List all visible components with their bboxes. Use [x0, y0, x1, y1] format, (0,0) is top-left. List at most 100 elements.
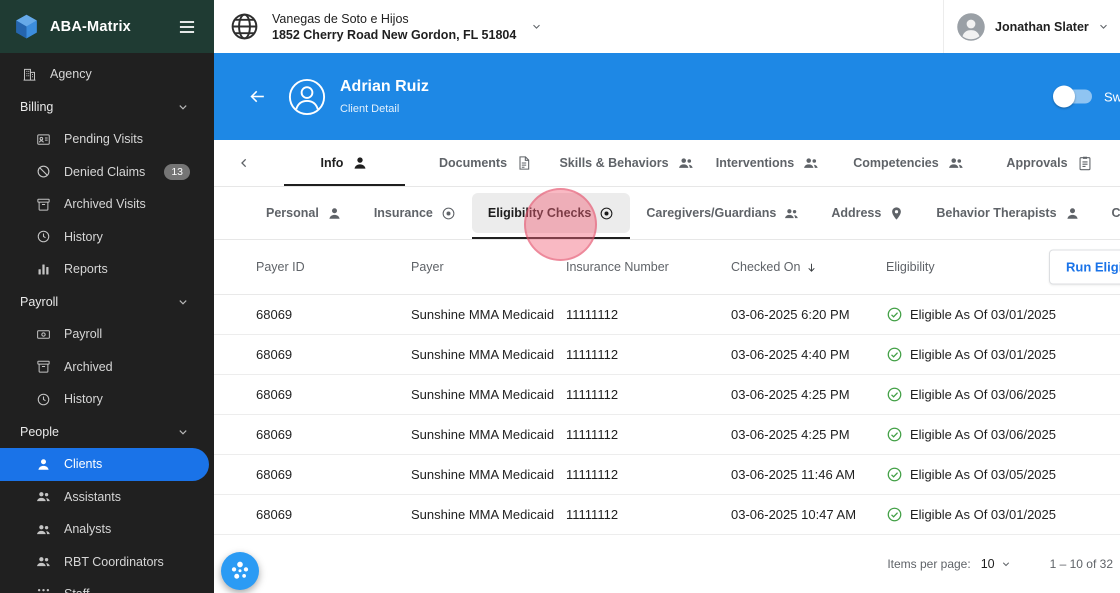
- table-row[interactable]: 68069 Sunshine MMA Medicaid 11111112 03-…: [214, 455, 1120, 495]
- cell-payer-id: 68069: [256, 347, 293, 362]
- people-icon: [36, 489, 51, 504]
- cell-payer-id: 68069: [256, 427, 293, 442]
- cell-checked-on: 03-06-2025 11:46 AM: [731, 467, 856, 482]
- chevron-down-icon[interactable]: [1097, 20, 1110, 33]
- cell-payer-id: 68069: [256, 387, 293, 402]
- tab-skills-behaviors[interactable]: Skills & Behaviors: [556, 140, 697, 186]
- tab-approvals[interactable]: Approvals: [979, 140, 1120, 186]
- sidebar-item-label: Staff: [64, 587, 89, 593]
- denied-claims-count-badge: 13: [164, 163, 190, 180]
- client-subtitle: Client Detail: [340, 103, 400, 115]
- subtab-personal[interactable]: Personal: [250, 187, 358, 239]
- sidebar-section-payroll[interactable]: Payroll: [0, 286, 214, 319]
- sidebar-item-label: Archived Visits: [64, 197, 146, 212]
- table-row[interactable]: 68069 Sunshine MMA Medicaid 11111112 03-…: [214, 295, 1120, 335]
- toggle-track[interactable]: [1053, 85, 1092, 108]
- sidebar-item-pending-visits[interactable]: Pending Visits: [0, 123, 214, 156]
- payments-icon: [36, 327, 51, 342]
- shield-target-icon: [599, 206, 614, 221]
- hamburger-menu-icon[interactable]: [177, 17, 197, 37]
- subtab-eligibility-checks[interactable]: Eligibility Checks: [471, 187, 631, 239]
- cell-checked-on: 03-06-2025 4:25 PM: [731, 427, 850, 442]
- tabs-scroll-left-button[interactable]: [214, 140, 274, 186]
- sidebar-item-payroll[interactable]: Payroll: [0, 318, 214, 351]
- table-row[interactable]: 68069 Sunshine MMA Medicaid 11111112 03-…: [214, 335, 1120, 375]
- cell-checked-on: 03-06-2025 6:20 PM: [731, 307, 850, 322]
- eligibility-text: Eligible As Of 03/06/2025: [910, 387, 1056, 402]
- chevron-down-icon[interactable]: [530, 20, 543, 33]
- section-label: Payroll: [20, 294, 59, 309]
- table-row[interactable]: 68069 Sunshine MMA Medicaid 11111112 03-…: [214, 495, 1120, 535]
- floating-widget-button[interactable]: [221, 552, 259, 590]
- sidebar-item-archived-visits[interactable]: Archived Visits: [0, 188, 214, 221]
- table-row[interactable]: 68069 Sunshine MMA Medicaid 11111112 03-…: [214, 415, 1120, 455]
- eligibility-text: Eligible As Of 03/05/2025: [910, 467, 1056, 482]
- switch-toggle[interactable]: Switch: [1053, 85, 1120, 108]
- sidebar-item-reports[interactable]: Reports: [0, 253, 214, 286]
- items-per-page-select[interactable]: 10: [971, 557, 1012, 571]
- sidebar-item-rbt-coordinators[interactable]: RBT Coordinators: [0, 546, 214, 579]
- cell-payer: Sunshine MMA Medicaid: [411, 507, 555, 522]
- cell-checked-on: 03-06-2025 4:40 PM: [731, 347, 850, 362]
- subtab-behavior-therapists[interactable]: Behavior Therapists: [920, 187, 1095, 239]
- tab-documents[interactable]: Documents: [415, 140, 556, 186]
- sidebar-item-label: Denied Claims: [64, 164, 146, 179]
- cell-payer: Sunshine MMA Medicaid: [411, 347, 555, 362]
- tab-label: Competencies: [853, 156, 939, 170]
- run-eligibility-button[interactable]: Run Eligibility: [1049, 249, 1120, 285]
- subtab-address[interactable]: Address: [815, 187, 920, 239]
- tab-competencies[interactable]: Competencies: [838, 140, 979, 186]
- column-header-checked-on[interactable]: Checked On: [731, 260, 886, 274]
- dots-cluster-icon: [227, 558, 253, 584]
- client-info: Adrian Ruiz Client Detail: [340, 78, 429, 115]
- table-footer: Items per page: 10 1 – 10 of 32: [214, 535, 1120, 593]
- sidebar-item-staff[interactable]: Staff: [0, 578, 214, 593]
- subtab-insurance[interactable]: Insurance: [358, 187, 472, 239]
- subtab-caregivers-guardians[interactable]: Caregivers/Guardians: [630, 187, 815, 239]
- back-arrow-icon[interactable]: [248, 87, 267, 106]
- chevron-left-icon: [236, 155, 252, 171]
- tab-info[interactable]: Info: [274, 140, 415, 186]
- subtab-partially-visible[interactable]: Car: [1096, 187, 1120, 239]
- subtab-label: Personal: [266, 206, 319, 220]
- user-menu[interactable]: Jonathan Slater: [943, 0, 1120, 53]
- client-avatar-icon: [288, 78, 326, 116]
- grid-dots-icon: [36, 587, 51, 593]
- sort-descending-icon: [805, 261, 818, 274]
- id-card-icon: [36, 132, 51, 147]
- pagination-range: 1 – 10 of 32: [1049, 557, 1113, 571]
- sidebar-item-agency[interactable]: Agency: [0, 58, 214, 91]
- sidebar-item-label: Reports: [64, 262, 108, 277]
- history-clock-icon: [36, 392, 51, 407]
- cell-eligibility: Eligible As Of 03/05/2025: [886, 466, 1120, 483]
- toggle-knob[interactable]: [1053, 85, 1075, 108]
- sidebar-item-billing-history[interactable]: History: [0, 221, 214, 254]
- sidebar-item-analysts[interactable]: Analysts: [0, 513, 214, 546]
- items-per-page-label: Items per page:: [887, 557, 971, 571]
- sidebar: ABA-Matrix Agency Billing Pending Visits…: [0, 0, 214, 593]
- tab-interventions[interactable]: Interventions: [697, 140, 838, 186]
- subtab-label: Address: [831, 206, 882, 220]
- sidebar-item-denied-claims[interactable]: Denied Claims 13: [0, 156, 214, 189]
- shield-target-icon: [441, 206, 456, 221]
- eligibility-text: Eligible As Of 03/06/2025: [910, 427, 1056, 442]
- people-icon: [803, 155, 819, 171]
- tab-label: Skills & Behaviors: [559, 156, 669, 170]
- organization-switcher[interactable]: Vanegas de Soto e Hijos 1852 Cherry Road…: [214, 0, 943, 53]
- sidebar-item-payroll-archived[interactable]: Archived: [0, 351, 214, 384]
- ban-icon: [36, 164, 51, 179]
- sidebar-section-people[interactable]: People: [0, 416, 214, 449]
- sidebar-item-label: Archived: [64, 359, 113, 374]
- table-row[interactable]: 68069 Sunshine MMA Medicaid 11111112 03-…: [214, 375, 1120, 415]
- sidebar-item-assistants[interactable]: Assistants: [0, 481, 214, 514]
- cell-checked-on: 03-06-2025 4:25 PM: [731, 387, 850, 402]
- people-icon: [948, 155, 964, 171]
- person-icon: [352, 155, 368, 171]
- cell-insurance-number: 11111112: [566, 307, 619, 322]
- sidebar-item-payroll-history[interactable]: History: [0, 383, 214, 416]
- sidebar-item-clients[interactable]: Clients: [0, 448, 209, 481]
- primary-tab-bar: Info Documents Skills & Behaviors Interv…: [214, 140, 1120, 187]
- sidebar-section-billing[interactable]: Billing: [0, 91, 214, 124]
- chevron-down-icon: [176, 100, 190, 114]
- section-label: Billing: [20, 99, 54, 114]
